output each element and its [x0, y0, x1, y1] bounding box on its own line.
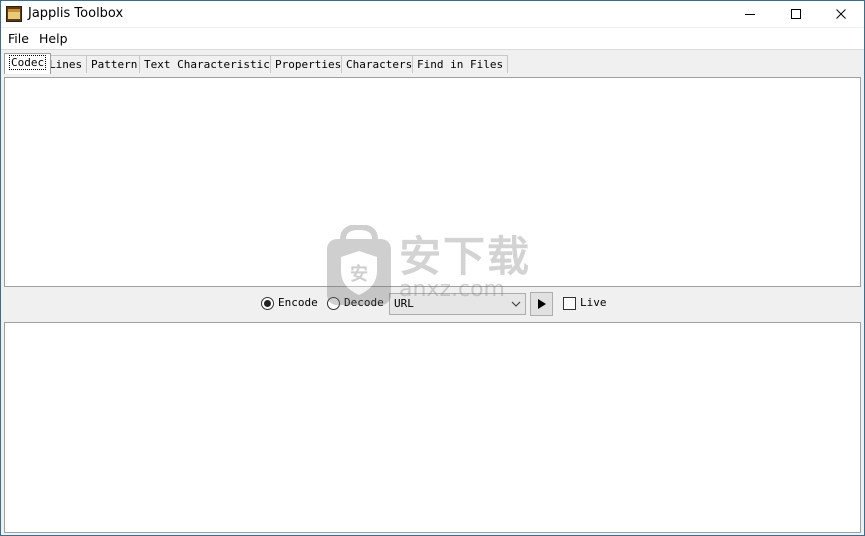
tab-properties[interactable]: Properties [270, 55, 347, 73]
tab-find-in-files-label: Find in Files [417, 58, 504, 71]
menu-bar: File Help [1, 28, 864, 49]
maximize-icon [791, 9, 801, 19]
encode-label[interactable]: Encode [278, 296, 318, 309]
minimize-icon [745, 14, 755, 15]
input-text-area[interactable] [4, 77, 861, 287]
app-window: Japplis Toolbox File Help Codec Lines Pa… [0, 0, 865, 536]
live-label[interactable]: Live [580, 296, 607, 309]
output-text-area[interactable] [4, 322, 861, 533]
encode-radio-dot [264, 300, 271, 307]
play-icon [537, 299, 546, 309]
codec-controls: Encode Decode URL Live [1, 288, 864, 321]
tab-codec-label: Codec [9, 55, 47, 70]
window-title: Japplis Toolbox [28, 6, 124, 21]
tab-codec[interactable]: Codec [4, 53, 52, 74]
toolbox-icon [6, 6, 22, 22]
tab-text-characteristics-label: Text Characteristics [144, 58, 277, 71]
format-select-value: URL [394, 297, 414, 310]
tab-properties-label: Properties [275, 58, 342, 71]
decode-label[interactable]: Decode [344, 296, 384, 309]
tab-find-in-files[interactable]: Find in Files [412, 55, 509, 73]
tab-pattern[interactable]: Pattern [86, 55, 143, 73]
tab-text-characteristics[interactable]: Text Characteristics [139, 55, 282, 73]
tab-strip: Codec Lines Pattern Text Characteristics… [1, 49, 864, 76]
decode-radio[interactable] [327, 297, 340, 310]
tab-characters-label: Characters [346, 58, 413, 71]
maximize-button[interactable] [773, 1, 819, 27]
run-button[interactable] [530, 292, 553, 316]
close-icon [836, 9, 846, 19]
live-checkbox[interactable] [563, 297, 576, 310]
tab-characters[interactable]: Characters [341, 55, 418, 73]
chevron-down-icon [511, 301, 521, 307]
format-select[interactable]: URL [389, 293, 526, 315]
minimize-btn[interactable] [727, 1, 773, 27]
menu-help[interactable]: Help [39, 31, 68, 46]
close-button[interactable] [818, 1, 864, 27]
menu-file[interactable]: File [8, 31, 29, 46]
tab-lines-label: Lines [49, 58, 83, 71]
tab-pattern-label: Pattern [91, 58, 138, 71]
encode-radio[interactable] [261, 297, 274, 310]
